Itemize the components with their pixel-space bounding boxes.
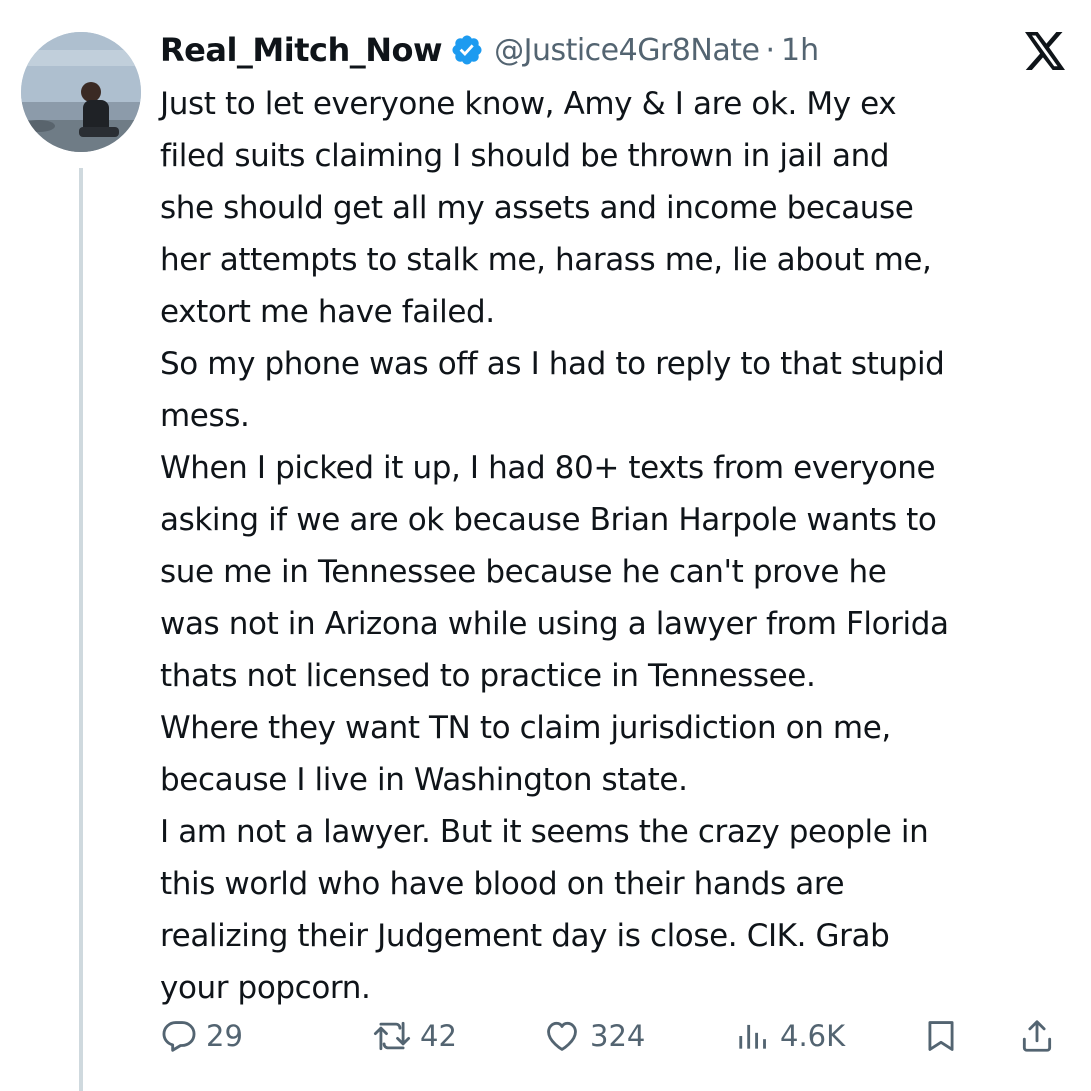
reply-icon: [162, 1021, 196, 1052]
repost-button[interactable]: 42: [372, 1008, 457, 1064]
tweet-text-line: asking if we are ok because Brian Harpol…: [160, 502, 937, 538]
like-count: 324: [590, 1019, 646, 1053]
tweet-text-line: mess.: [160, 398, 250, 434]
handle[interactable]: @Justice4Gr8Nate: [494, 33, 760, 68]
tweet-text-line: So my phone was off as I had to reply to…: [160, 346, 945, 382]
tweet-text-line: thats not licensed to practice in Tennes…: [160, 658, 816, 694]
share-icon: [1022, 1020, 1052, 1052]
tweet-text-line: When I picked it up, I had 80+ texts fro…: [160, 450, 936, 486]
views-count: 4.6K: [780, 1019, 846, 1053]
separator-dot: ·: [765, 32, 775, 68]
views-button[interactable]: 4.6K: [732, 1008, 845, 1064]
tweet-text-line: Where they want TN to claim jurisdiction…: [160, 710, 891, 746]
action-bar: 29 42 324 4.6K: [160, 1008, 1070, 1064]
like-button[interactable]: 324: [542, 1008, 645, 1064]
avatar[interactable]: [21, 32, 141, 152]
tweet-text-line: because I live in Washington state.: [160, 762, 688, 798]
tweet-text-line: sue me in Tennessee because he can't pro…: [160, 554, 887, 590]
repost-icon: [373, 1021, 411, 1051]
tweet-text-line: I am not a lawyer. But it seems the craz…: [160, 814, 929, 850]
verified-badge-icon: [452, 35, 482, 65]
reply-count: 29: [206, 1019, 243, 1053]
thread-line: [79, 168, 83, 1091]
tweet-text-line: her attempts to stalk me, harass me, lie…: [160, 242, 932, 278]
x-logo-icon: [1025, 32, 1065, 70]
tweet-text-line: was not in Arizona while using a lawyer …: [160, 606, 949, 642]
tweet-text-line: filed suits claiming I should be thrown …: [160, 138, 890, 174]
bookmark-button[interactable]: [922, 1008, 960, 1064]
tweet-text-line: realizing their Judgement day is close. …: [160, 918, 890, 954]
tweet-text-line: she should get all my assets and income …: [160, 190, 914, 226]
tweet-text-line: your popcorn.: [160, 970, 371, 1006]
reply-button[interactable]: 29: [160, 1008, 243, 1064]
avatar-photo: [21, 32, 141, 152]
tweet-header: Real_Mitch_Now @Justice4Gr8Nate · 1h: [160, 22, 819, 78]
views-icon: [739, 1024, 766, 1049]
like-icon: [547, 1021, 577, 1051]
tweet-text-line: this world who have blood on their hands…: [160, 866, 845, 902]
tweet-text-line: extort me have failed.: [160, 294, 495, 330]
display-name[interactable]: Real_Mitch_Now: [160, 31, 443, 69]
repost-count: 42: [420, 1019, 457, 1053]
share-button[interactable]: [1018, 1008, 1056, 1064]
tweet-text: Just to let everyone know, Amy & I are o…: [160, 78, 1075, 1014]
bookmark-icon: [928, 1021, 954, 1051]
timestamp[interactable]: 1h: [781, 33, 819, 68]
tweet-text-line: Just to let everyone know, Amy & I are o…: [160, 86, 897, 122]
